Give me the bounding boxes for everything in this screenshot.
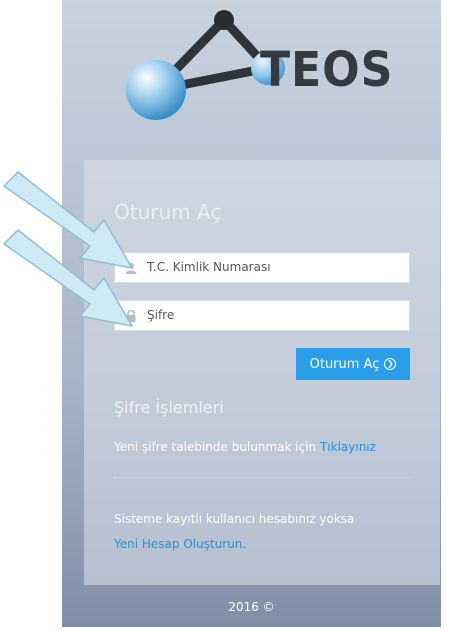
divider [114,477,410,478]
password-operations-title: Şifre İşlemleri [114,398,224,417]
password-reset-link[interactable]: Tıklayınız [320,440,376,454]
login-button-label: Oturum Aç [309,356,380,372]
arrow-circle-right-icon: ❯ [384,358,397,370]
footer-copyright: 2016 © [228,600,275,614]
password-placeholder: Şifre [147,308,175,322]
password-reset-text: Yeni şifre talebinde bulunmak için Tıkla… [114,440,376,454]
tc-id-input[interactable]: T.C. Kimlik Numarası [114,252,410,283]
password-reset-label: Yeni şifre talebinde bulunmak için [114,440,320,454]
login-button[interactable]: Oturum Aç ❯ [296,348,410,380]
register-text: Sisteme kayıtlı kullanıcı hesabınız yoks… [114,512,355,526]
brand-name: TEOS [260,42,394,98]
pointer-arrow-icon [2,228,134,328]
tc-id-placeholder: T.C. Kimlik Numarası [147,260,271,274]
create-account-link[interactable]: Yeni Hesap Oluşturun. [114,537,246,551]
password-input[interactable]: Şifre [114,300,410,331]
